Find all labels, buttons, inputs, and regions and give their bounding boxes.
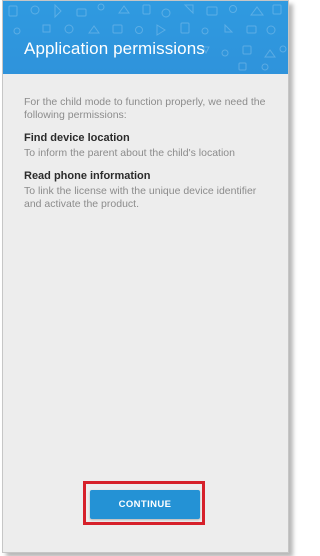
- permission-description: To inform the parent about the child's l…: [24, 147, 235, 159]
- header-banner: Application permissions: [3, 1, 288, 74]
- intro-text: For the child mode to function properly,…: [24, 96, 266, 121]
- permission-item-location: Find device location To inform the paren…: [24, 131, 269, 160]
- permission-item-phone-info: Read phone information To link the licen…: [24, 169, 269, 211]
- permissions-content: For the child mode to function properly,…: [24, 96, 269, 211]
- header-pattern-graphic: [8, 3, 287, 71]
- app-screen: Application permissions For the child mo…: [2, 0, 289, 553]
- continue-button[interactable]: CONTINUE: [90, 490, 200, 519]
- permission-description: To link the license with the unique devi…: [24, 185, 257, 210]
- permission-title: Find device location: [24, 132, 130, 144]
- permission-title: Read phone information: [24, 170, 151, 182]
- page-title: Application permissions: [24, 39, 205, 58]
